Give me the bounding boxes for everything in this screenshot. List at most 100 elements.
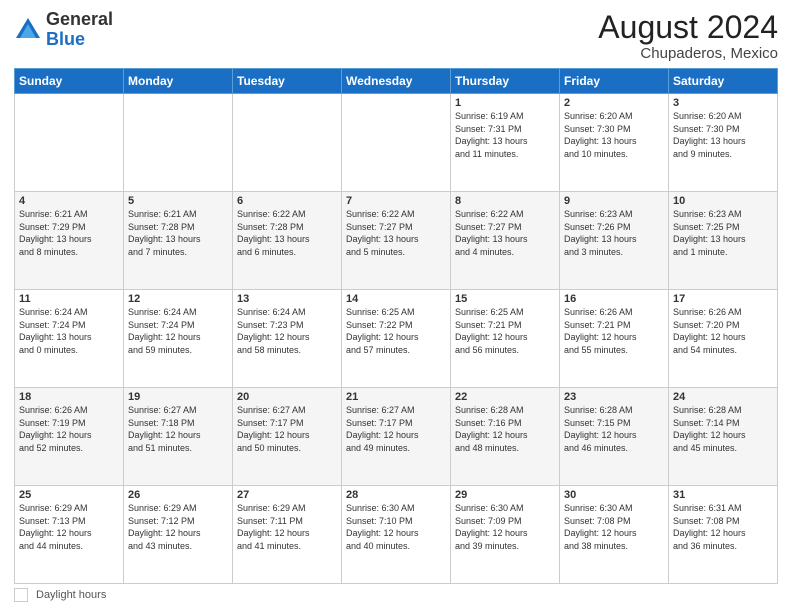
location: Chupaderos, Mexico (598, 45, 778, 62)
day-info: Sunrise: 6:30 AM Sunset: 7:08 PM Dayligh… (564, 502, 664, 552)
calendar-week-3: 11Sunrise: 6:24 AM Sunset: 7:24 PM Dayli… (15, 290, 778, 388)
calendar-cell: 30Sunrise: 6:30 AM Sunset: 7:08 PM Dayli… (560, 486, 669, 584)
calendar-cell: 26Sunrise: 6:29 AM Sunset: 7:12 PM Dayli… (124, 486, 233, 584)
day-info: Sunrise: 6:27 AM Sunset: 7:17 PM Dayligh… (237, 404, 337, 454)
day-number: 31 (673, 489, 773, 501)
day-info: Sunrise: 6:21 AM Sunset: 7:28 PM Dayligh… (128, 208, 228, 258)
day-info: Sunrise: 6:23 AM Sunset: 7:26 PM Dayligh… (564, 208, 664, 258)
calendar-cell: 17Sunrise: 6:26 AM Sunset: 7:20 PM Dayli… (669, 290, 778, 388)
day-info: Sunrise: 6:28 AM Sunset: 7:15 PM Dayligh… (564, 404, 664, 454)
day-number: 14 (346, 293, 446, 305)
col-friday: Friday (560, 69, 669, 94)
day-info: Sunrise: 6:22 AM Sunset: 7:27 PM Dayligh… (346, 208, 446, 258)
day-number: 19 (128, 391, 228, 403)
calendar-week-2: 4Sunrise: 6:21 AM Sunset: 7:29 PM Daylig… (15, 192, 778, 290)
day-number: 25 (19, 489, 119, 501)
calendar-cell (342, 94, 451, 192)
logo-general-text: General (46, 9, 113, 29)
day-info: Sunrise: 6:27 AM Sunset: 7:18 PM Dayligh… (128, 404, 228, 454)
day-number: 6 (237, 195, 337, 207)
header: General Blue August 2024 Chupaderos, Mex… (14, 10, 778, 62)
calendar-cell: 10Sunrise: 6:23 AM Sunset: 7:25 PM Dayli… (669, 192, 778, 290)
day-info: Sunrise: 6:29 AM Sunset: 7:12 PM Dayligh… (128, 502, 228, 552)
calendar-header-row: Sunday Monday Tuesday Wednesday Thursday… (15, 69, 778, 94)
calendar-cell: 16Sunrise: 6:26 AM Sunset: 7:21 PM Dayli… (560, 290, 669, 388)
day-number: 16 (564, 293, 664, 305)
day-number: 15 (455, 293, 555, 305)
calendar-cell: 1Sunrise: 6:19 AM Sunset: 7:31 PM Daylig… (451, 94, 560, 192)
logo-blue-text: Blue (46, 29, 85, 49)
calendar-cell: 2Sunrise: 6:20 AM Sunset: 7:30 PM Daylig… (560, 94, 669, 192)
col-thursday: Thursday (451, 69, 560, 94)
calendar-cell: 6Sunrise: 6:22 AM Sunset: 7:28 PM Daylig… (233, 192, 342, 290)
day-number: 13 (237, 293, 337, 305)
calendar-cell: 12Sunrise: 6:24 AM Sunset: 7:24 PM Dayli… (124, 290, 233, 388)
col-tuesday: Tuesday (233, 69, 342, 94)
day-info: Sunrise: 6:27 AM Sunset: 7:17 PM Dayligh… (346, 404, 446, 454)
day-number: 27 (237, 489, 337, 501)
col-sunday: Sunday (15, 69, 124, 94)
day-info: Sunrise: 6:26 AM Sunset: 7:20 PM Dayligh… (673, 306, 773, 356)
day-info: Sunrise: 6:25 AM Sunset: 7:22 PM Dayligh… (346, 306, 446, 356)
day-number: 20 (237, 391, 337, 403)
day-number: 22 (455, 391, 555, 403)
calendar-cell: 23Sunrise: 6:28 AM Sunset: 7:15 PM Dayli… (560, 388, 669, 486)
calendar-cell: 14Sunrise: 6:25 AM Sunset: 7:22 PM Dayli… (342, 290, 451, 388)
day-number: 11 (19, 293, 119, 305)
calendar-cell: 27Sunrise: 6:29 AM Sunset: 7:11 PM Dayli… (233, 486, 342, 584)
day-info: Sunrise: 6:30 AM Sunset: 7:09 PM Dayligh… (455, 502, 555, 552)
day-info: Sunrise: 6:29 AM Sunset: 7:13 PM Dayligh… (19, 502, 119, 552)
day-info: Sunrise: 6:20 AM Sunset: 7:30 PM Dayligh… (564, 110, 664, 160)
calendar-week-1: 1Sunrise: 6:19 AM Sunset: 7:31 PM Daylig… (15, 94, 778, 192)
day-info: Sunrise: 6:28 AM Sunset: 7:14 PM Dayligh… (673, 404, 773, 454)
day-number: 2 (564, 97, 664, 109)
col-saturday: Saturday (669, 69, 778, 94)
calendar-cell: 13Sunrise: 6:24 AM Sunset: 7:23 PM Dayli… (233, 290, 342, 388)
calendar-cell: 18Sunrise: 6:26 AM Sunset: 7:19 PM Dayli… (15, 388, 124, 486)
day-number: 17 (673, 293, 773, 305)
calendar-cell: 9Sunrise: 6:23 AM Sunset: 7:26 PM Daylig… (560, 192, 669, 290)
calendar-cell: 19Sunrise: 6:27 AM Sunset: 7:18 PM Dayli… (124, 388, 233, 486)
month-year: August 2024 (598, 10, 778, 45)
day-number: 24 (673, 391, 773, 403)
day-number: 26 (128, 489, 228, 501)
calendar-week-4: 18Sunrise: 6:26 AM Sunset: 7:19 PM Dayli… (15, 388, 778, 486)
day-number: 8 (455, 195, 555, 207)
calendar-cell: 28Sunrise: 6:30 AM Sunset: 7:10 PM Dayli… (342, 486, 451, 584)
calendar-cell (15, 94, 124, 192)
day-info: Sunrise: 6:24 AM Sunset: 7:23 PM Dayligh… (237, 306, 337, 356)
day-number: 23 (564, 391, 664, 403)
day-info: Sunrise: 6:19 AM Sunset: 7:31 PM Dayligh… (455, 110, 555, 160)
calendar-cell: 22Sunrise: 6:28 AM Sunset: 7:16 PM Dayli… (451, 388, 560, 486)
calendar-cell: 3Sunrise: 6:20 AM Sunset: 7:30 PM Daylig… (669, 94, 778, 192)
day-number: 10 (673, 195, 773, 207)
page: General Blue August 2024 Chupaderos, Mex… (0, 0, 792, 612)
day-info: Sunrise: 6:26 AM Sunset: 7:19 PM Dayligh… (19, 404, 119, 454)
calendar-cell: 5Sunrise: 6:21 AM Sunset: 7:28 PM Daylig… (124, 192, 233, 290)
day-number: 5 (128, 195, 228, 207)
day-number: 29 (455, 489, 555, 501)
title-block: August 2024 Chupaderos, Mexico (598, 10, 778, 62)
day-info: Sunrise: 6:20 AM Sunset: 7:30 PM Dayligh… (673, 110, 773, 160)
day-number: 4 (19, 195, 119, 207)
day-number: 1 (455, 97, 555, 109)
calendar-cell: 25Sunrise: 6:29 AM Sunset: 7:13 PM Dayli… (15, 486, 124, 584)
day-info: Sunrise: 6:22 AM Sunset: 7:27 PM Dayligh… (455, 208, 555, 258)
calendar-week-5: 25Sunrise: 6:29 AM Sunset: 7:13 PM Dayli… (15, 486, 778, 584)
day-number: 9 (564, 195, 664, 207)
calendar-cell: 20Sunrise: 6:27 AM Sunset: 7:17 PM Dayli… (233, 388, 342, 486)
day-info: Sunrise: 6:24 AM Sunset: 7:24 PM Dayligh… (128, 306, 228, 356)
daylight-label: Daylight hours (36, 589, 106, 601)
day-number: 30 (564, 489, 664, 501)
calendar-cell (233, 94, 342, 192)
logo: General Blue (14, 10, 113, 50)
day-info: Sunrise: 6:24 AM Sunset: 7:24 PM Dayligh… (19, 306, 119, 356)
calendar-cell: 11Sunrise: 6:24 AM Sunset: 7:24 PM Dayli… (15, 290, 124, 388)
calendar-cell: 8Sunrise: 6:22 AM Sunset: 7:27 PM Daylig… (451, 192, 560, 290)
day-number: 28 (346, 489, 446, 501)
calendar-cell: 31Sunrise: 6:31 AM Sunset: 7:08 PM Dayli… (669, 486, 778, 584)
day-number: 18 (19, 391, 119, 403)
col-wednesday: Wednesday (342, 69, 451, 94)
logo-icon (14, 16, 42, 44)
calendar-cell: 15Sunrise: 6:25 AM Sunset: 7:21 PM Dayli… (451, 290, 560, 388)
